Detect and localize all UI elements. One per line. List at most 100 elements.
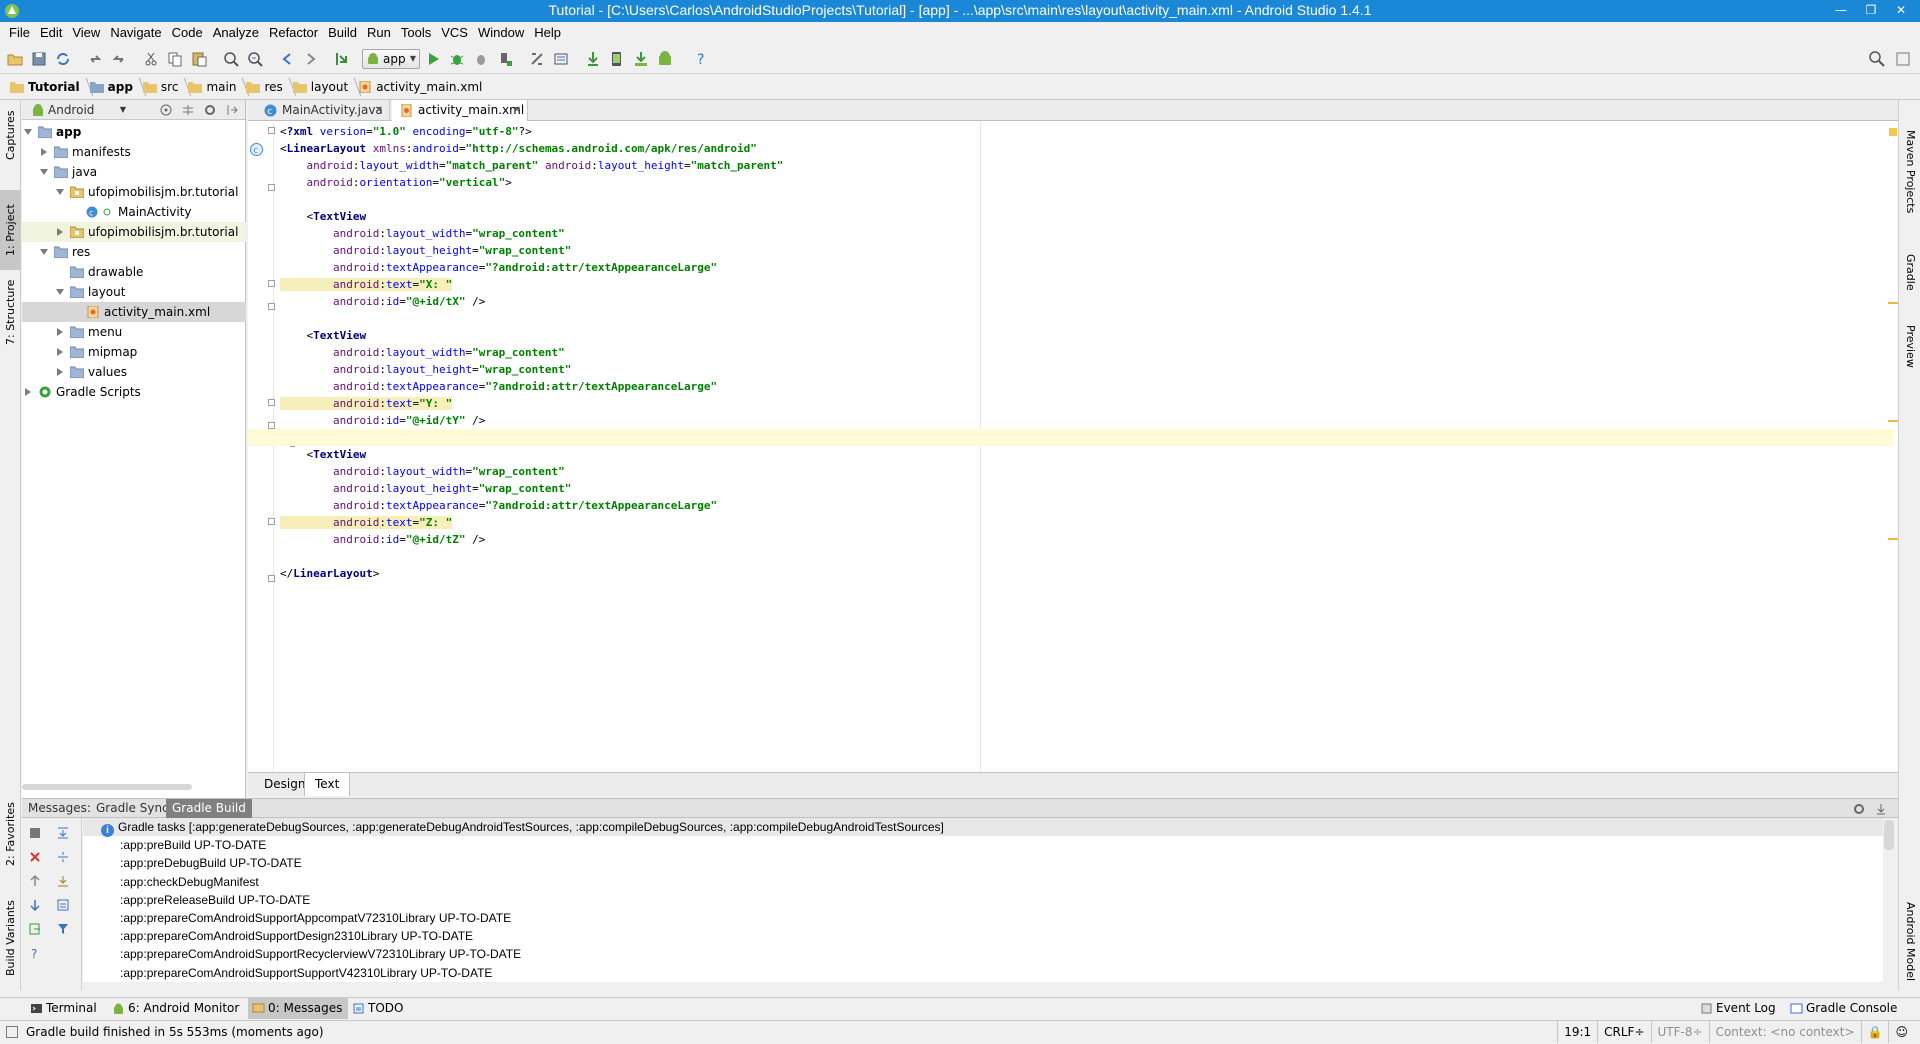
fold-marker[interactable] xyxy=(268,422,275,429)
messages-list[interactable]: i Gradle tasks [:app:generateDebugSources… xyxy=(83,818,1883,982)
stop-icon[interactable] xyxy=(496,50,514,68)
menu-navigate[interactable]: Navigate xyxy=(105,22,166,44)
open-folder-icon[interactable] xyxy=(6,50,24,68)
collapse-arrow-icon[interactable] xyxy=(25,388,31,396)
expand-all-icon[interactable] xyxy=(56,826,70,840)
run-icon[interactable] xyxy=(424,50,442,68)
collapse-arrow-icon[interactable] xyxy=(57,348,63,356)
close-button[interactable]: ✕ xyxy=(1886,0,1916,20)
settings-icon[interactable] xyxy=(552,50,570,68)
message-line[interactable]: i Gradle tasks [:app:generateDebugSources… xyxy=(101,818,944,837)
filter-icon[interactable] xyxy=(56,922,70,936)
export-icon[interactable] xyxy=(56,874,70,888)
breadcrumb-src[interactable]: src xyxy=(139,75,192,100)
code-line[interactable]: android:layout_height="wrap_content" xyxy=(280,480,1860,497)
breadcrumb-layout[interactable]: layout xyxy=(289,75,362,100)
tree-item[interactable]: values xyxy=(22,362,246,382)
find-icon[interactable] xyxy=(222,50,240,68)
tab-text[interactable]: Text xyxy=(304,773,351,796)
copy-icon[interactable] xyxy=(166,50,184,68)
event-log-tab[interactable]: Event Log xyxy=(1696,998,1782,1019)
redo-icon[interactable] xyxy=(110,50,128,68)
tab-mainactivity-java[interactable]: c MainActivity.java ✕ xyxy=(256,100,390,121)
menu-vcs[interactable]: VCS xyxy=(436,22,473,44)
tree-item[interactable]: menu xyxy=(22,322,246,342)
code-line[interactable]: android:textAppearance="?android:attr/te… xyxy=(280,497,1860,514)
gradle-console-tab[interactable]: Gradle Console xyxy=(1786,998,1903,1019)
back-icon[interactable] xyxy=(278,50,296,68)
tree-item[interactable]: app xyxy=(22,122,246,142)
toggle-toolwindows-icon[interactable] xyxy=(1894,50,1912,68)
android-model-tab[interactable]: Android Model xyxy=(1899,894,1920,990)
collapse-all-icon[interactable] xyxy=(181,103,195,117)
tree-item[interactable]: ufopimobilisjm.br.tutorial xyxy=(22,182,246,202)
fold-marker[interactable] xyxy=(268,127,275,134)
message-line[interactable]: :app:prepareComAndroidSupportDesign2310L… xyxy=(120,927,473,945)
avd-manager-icon[interactable] xyxy=(608,50,626,68)
sdk-manager-icon[interactable] xyxy=(632,50,650,68)
tree-item[interactable]: ufopimobilisjm.br.tutorial xyxy=(22,222,246,242)
code-line[interactable]: android:layout_width="wrap_content" xyxy=(280,463,1860,480)
collapse-arrow-icon[interactable] xyxy=(41,148,47,156)
tree-item[interactable]: drawable xyxy=(22,262,246,282)
code-line[interactable]: <TextView xyxy=(280,208,1860,225)
run-configuration-selector[interactable]: app ▼ xyxy=(362,49,420,69)
terminal-tab[interactable]: Terminal xyxy=(26,998,103,1019)
expand-arrow-icon[interactable] xyxy=(40,249,48,255)
tree-item[interactable]: c MainActivity xyxy=(22,202,246,222)
autoscroll-icon[interactable] xyxy=(56,898,70,912)
message-line[interactable]: :app:preDebugBuild UP-TO-DATE xyxy=(120,854,302,872)
related-file-icon[interactable]: c xyxy=(250,143,263,156)
export-to-text-icon[interactable] xyxy=(28,922,42,936)
sync-gradle-icon[interactable] xyxy=(584,50,602,68)
breadcrumb-res[interactable]: res xyxy=(242,75,297,100)
expand-arrow-icon[interactable] xyxy=(24,129,32,135)
minimize-button[interactable]: — xyxy=(1826,0,1856,20)
code-line[interactable]: android:layout_height="wrap_content" xyxy=(280,242,1860,259)
favorites-tab[interactable]: 2: Favorites xyxy=(0,794,21,874)
menu-analyze[interactable]: Analyze xyxy=(208,22,264,44)
hide-icon[interactable] xyxy=(225,103,239,117)
code-line[interactable]: android:layout_width="match_parent" andr… xyxy=(280,157,1860,174)
collapse-arrow-icon[interactable] xyxy=(57,228,63,236)
breadcrumb-project[interactable]: Tutorial xyxy=(6,75,93,100)
code-line[interactable]: android:text="Z: " xyxy=(280,514,1860,531)
expand-arrow-icon[interactable] xyxy=(56,289,64,295)
menu-refactor[interactable]: Refactor xyxy=(264,22,323,44)
code-line[interactable]: <TextView xyxy=(280,446,1860,463)
code-line[interactable]: <?xml version="1.0" encoding="utf-8"?> xyxy=(280,123,1860,140)
help-icon[interactable]: ? xyxy=(692,50,710,68)
tree-item[interactable]: Gradle Scripts xyxy=(22,382,246,402)
collapse-arrow-icon[interactable] xyxy=(57,368,63,376)
code-line[interactable] xyxy=(280,191,1860,208)
attach-debugger-icon[interactable] xyxy=(472,50,490,68)
menu-view[interactable]: View xyxy=(67,22,105,44)
preview-tab[interactable]: Preview xyxy=(1899,310,1920,382)
help-icon[interactable]: ? xyxy=(28,946,42,960)
close-messages-icon[interactable] xyxy=(28,850,42,864)
tree-item[interactable]: layout xyxy=(22,282,246,302)
close-icon[interactable]: ✕ xyxy=(513,100,521,121)
hide-panel-icon[interactable] xyxy=(1874,802,1888,816)
fold-marker[interactable] xyxy=(268,280,275,287)
menu-run[interactable]: Run xyxy=(362,22,396,44)
tree-item[interactable]: mipmap xyxy=(22,342,246,362)
message-line[interactable]: :app:preBuild UP-TO-DATE xyxy=(120,836,266,854)
code-line[interactable]: android:text="Y: " xyxy=(280,395,1860,412)
message-line[interactable]: :app:checkDebugManifest xyxy=(120,873,259,891)
debug-icon[interactable] xyxy=(448,50,466,68)
stop-icon[interactable] xyxy=(28,826,42,840)
expand-arrow-icon[interactable] xyxy=(56,189,64,195)
fold-marker[interactable] xyxy=(268,518,275,525)
maven-projects-tab[interactable]: Maven Projects xyxy=(1899,124,1920,220)
menu-code[interactable]: Code xyxy=(167,22,208,44)
tab-activity-main-xml[interactable]: activity_main.xml ✕ xyxy=(392,100,528,121)
scroll-from-source-icon[interactable] xyxy=(159,103,173,117)
breadcrumb-app[interactable]: app xyxy=(86,75,147,100)
toggle-tool-buttons-icon[interactable] xyxy=(6,1026,18,1038)
next-message-icon[interactable] xyxy=(28,898,42,912)
code-line[interactable]: <LinearLayout xmlns:android="http://sche… xyxy=(280,140,1860,157)
warning-indicator[interactable] xyxy=(1889,128,1897,136)
gear-icon[interactable] xyxy=(203,103,217,117)
tab-gradle-sync[interactable]: Gradle Sync xyxy=(90,799,175,818)
